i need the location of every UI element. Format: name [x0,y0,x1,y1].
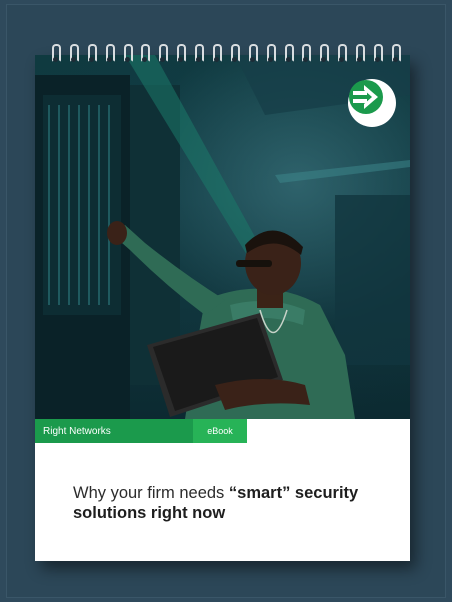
spiral-coil [300,44,312,64]
ebook-cover: Right Networks eBook Why your firm needs… [35,55,410,561]
spiral-coil [318,44,330,64]
spiral-coil [139,44,151,64]
spiral-binding [50,44,401,68]
spiral-coil [229,44,240,64]
spiral-coil [104,44,115,64]
title-area: Why your firm needs “smart” security sol… [35,443,410,561]
ebook-badge: eBook [193,419,247,443]
spiral-coil [157,44,169,64]
spiral-coil [247,44,258,64]
spiral-coil [68,44,79,64]
cover-photo [35,55,410,419]
spiral-coil [390,44,401,64]
brand-name: Right Networks [43,425,111,437]
spiral-coil [86,44,97,64]
spiral-coil [283,44,294,64]
arrow-circle-logo-icon [348,79,396,127]
spiral-coil [354,44,366,64]
spiral-coil [50,44,61,64]
title-lead: Why your firm needs [73,484,229,502]
spiral-coil [175,44,187,64]
title-emphasis-1: “smart” security [228,484,359,502]
cover-title: Why your firm needs “smart” security sol… [73,483,403,523]
spiral-coil [336,44,348,64]
spiral-coil [211,44,223,64]
spiral-coil [122,44,133,64]
spiral-coil [372,44,384,64]
spiral-coil [193,44,205,64]
title-emphasis-2: solutions right now [73,504,226,522]
spiral-coil [265,44,276,64]
brand-bar: Right Networks eBook [35,419,247,443]
